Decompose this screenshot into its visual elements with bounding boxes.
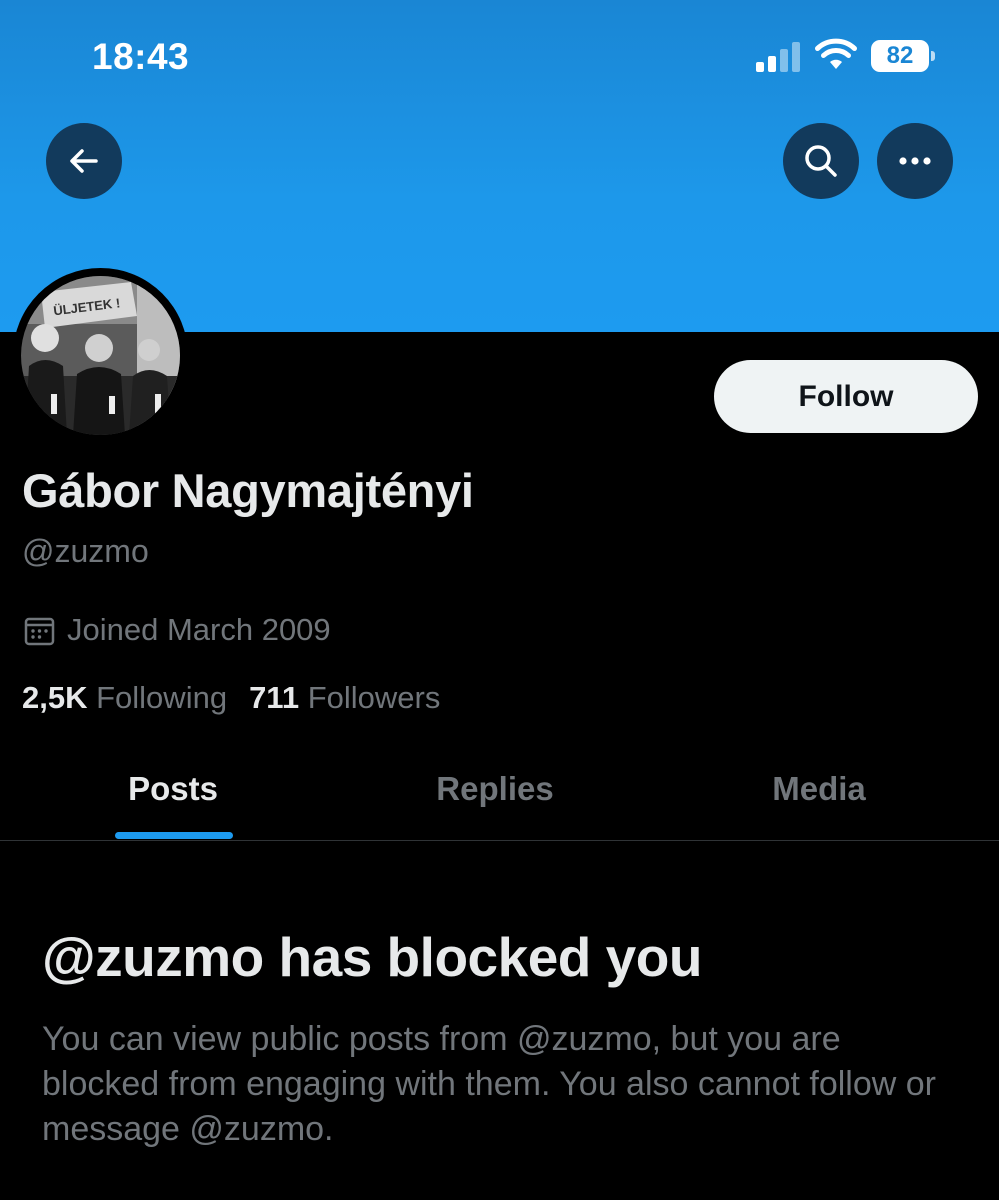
more-horizontal-icon	[899, 157, 931, 165]
followers-link[interactable]: 711 Followers	[249, 680, 440, 716]
display-name: Gábor Nagymajtényi	[22, 464, 474, 517]
battery-level: 82	[886, 42, 914, 69]
tab-replies[interactable]: Replies	[436, 770, 553, 808]
active-tab-indicator	[115, 832, 233, 839]
following-label: Following	[96, 680, 228, 715]
search-icon	[805, 145, 837, 177]
back-button[interactable]	[46, 123, 122, 199]
status-time: 18:43	[92, 36, 190, 77]
profile-handle: @zuzmo	[22, 533, 149, 569]
follow-button[interactable]: Follow	[714, 360, 978, 433]
tab-posts[interactable]: Posts	[128, 770, 218, 808]
following-link[interactable]: 2,5K Following	[22, 680, 227, 716]
blocked-message: You can view public posts from @zuzmo, b…	[42, 1020, 936, 1148]
followers-count: 711	[249, 680, 300, 715]
joined-label: Joined March 2009	[67, 612, 331, 647]
joined-date: Joined March 2009	[24, 612, 331, 648]
search-button[interactable]	[783, 123, 859, 199]
tab-media[interactable]: Media	[772, 770, 866, 808]
cellular-signal-icon	[756, 42, 800, 72]
arrow-left-icon	[70, 149, 98, 173]
calendar-icon	[24, 617, 55, 645]
battery-icon: 82	[871, 40, 935, 72]
more-options-button[interactable]	[877, 123, 953, 199]
profile-tabs: Posts Replies Media	[0, 760, 999, 840]
avatar-photo: ÜLJETEK !	[21, 276, 180, 435]
blocked-title: @zuzmo has blocked you	[42, 926, 702, 988]
profile-stats: 2,5K Following 711 Followers	[22, 680, 440, 716]
avatar[interactable]: ÜLJETEK !	[13, 268, 188, 443]
wifi-icon	[815, 38, 857, 69]
followers-label: Followers	[307, 680, 441, 715]
tabs-divider	[0, 840, 999, 841]
following-count: 2,5K	[22, 680, 88, 715]
